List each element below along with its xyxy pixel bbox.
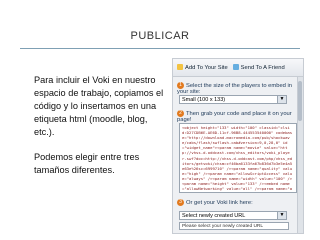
embed-code-textarea[interactable]: <object height="133" width="100" classid… <box>179 123 297 193</box>
step-2-label: Then grab your code and place it on your… <box>177 111 292 124</box>
player-size-value: Small (100 x 133) <box>182 97 226 103</box>
panel-header: Add To Your Site Send To A Friend <box>173 59 303 77</box>
step-3-label: Or get your Voki link here: <box>186 200 253 207</box>
step-2-number-icon: 2 <box>177 110 184 117</box>
chevron-down-icon: ▼ <box>277 212 286 219</box>
scrollbar-thumb[interactable] <box>298 81 302 121</box>
paragraph-embed-instructions: Para incluir el Voki en nuestro espacio … <box>34 75 164 137</box>
send-to-friend-tab[interactable]: Send To A Friend <box>232 64 285 71</box>
chevron-down-icon: ▼ <box>277 96 286 103</box>
step-3-number-icon: 3 <box>177 199 184 206</box>
add-to-site-label: Add To Your Site <box>185 65 228 71</box>
step-1-title: 1 Select the size of the players to embed… <box>177 82 301 95</box>
step-2-title: 2 Then grab your code and place it on you… <box>177 110 301 123</box>
step-3-title: 3 Or get your Voki link here: <box>177 199 301 206</box>
player-size-select[interactable]: Small (100 x 133) ▼ <box>179 95 287 104</box>
paragraph-size-options: Podemos elegir entre tres tamaños difere… <box>34 152 140 175</box>
mail-icon <box>232 64 239 71</box>
panel-scrollbar[interactable] <box>297 77 303 233</box>
voki-publish-panel: Add To Your Site Send To A Friend 1 Selec… <box>172 58 304 234</box>
step-1-number-icon: 1 <box>177 82 184 89</box>
voki-link-input[interactable]: Please select your newly created URL <box>179 222 289 230</box>
link-select[interactable]: Select newly created URL ▼ <box>179 211 287 220</box>
step-1-label: Select the size of the players to embed … <box>177 83 293 96</box>
link-select-value: Select newly created URL <box>182 213 246 219</box>
title-divider <box>20 48 300 49</box>
plus-icon <box>177 64 183 71</box>
add-to-site-tab[interactable]: Add To Your Site <box>177 64 229 71</box>
send-to-friend-label: Send To A Friend <box>240 65 285 71</box>
slide-title: PUBLICAR <box>130 30 190 42</box>
